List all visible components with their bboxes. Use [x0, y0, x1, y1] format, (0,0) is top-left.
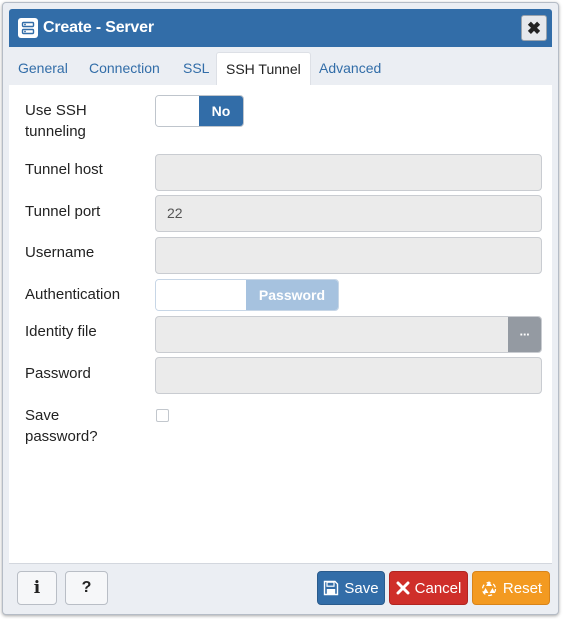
- help-button[interactable]: ?: [65, 571, 108, 605]
- browse-file-button[interactable]: ···: [508, 317, 541, 352]
- use-ssh-label-line1: Use SSH: [25, 102, 87, 119]
- authentication-toggle-state: Password: [246, 280, 338, 310]
- use-ssh-label: Use SSH tunneling: [25, 100, 87, 142]
- username-input[interactable]: [155, 237, 542, 274]
- x-icon: [396, 581, 410, 595]
- identity-file-input[interactable]: ···: [155, 316, 542, 353]
- identity-file-label: Identity file: [25, 323, 97, 340]
- info-icon: i: [33, 578, 41, 598]
- reset-button[interactable]: Reset: [472, 571, 550, 605]
- toggle-knob: [156, 96, 200, 126]
- dialog-footer: i ? Save Cancel Reset: [9, 563, 552, 611]
- save-password-label: Save password?: [25, 405, 98, 447]
- reset-button-label: Reset: [502, 579, 543, 597]
- tab-bar: General Connection SSL SSH Tunnel Advanc…: [9, 47, 552, 85]
- server-icon: [18, 18, 38, 38]
- tunnel-host-input[interactable]: [155, 154, 542, 191]
- cancel-button[interactable]: Cancel: [389, 571, 468, 605]
- floppy-disk-icon: [324, 580, 339, 596]
- password-input[interactable]: [155, 357, 542, 394]
- close-button[interactable]: ✖: [521, 15, 547, 41]
- save-button[interactable]: Save: [317, 571, 385, 605]
- save-password-label-line2: password?: [25, 428, 98, 445]
- save-password-checkbox[interactable]: [156, 409, 169, 422]
- use-ssh-toggle[interactable]: No: [155, 95, 244, 127]
- tab-general[interactable]: General: [9, 52, 77, 85]
- use-ssh-label-line2: tunneling: [25, 123, 86, 140]
- tunnel-port-label: Tunnel port: [25, 203, 101, 220]
- info-button[interactable]: i: [17, 571, 57, 605]
- authentication-toggle[interactable]: Password: [155, 279, 339, 311]
- tunnel-host-label: Tunnel host: [25, 161, 103, 178]
- ssh-tunnel-panel: Use SSH tunneling No Tunnel host Tunnel …: [9, 85, 552, 563]
- close-icon: ✖: [526, 18, 542, 38]
- tab-advanced[interactable]: Advanced: [310, 52, 390, 85]
- cancel-button-label: Cancel: [414, 579, 462, 597]
- recycle-icon: [481, 581, 497, 597]
- authentication-label: Authentication: [25, 286, 121, 303]
- username-label: Username: [25, 244, 95, 261]
- use-ssh-toggle-state: No: [199, 96, 243, 126]
- tab-connection[interactable]: Connection: [80, 52, 169, 85]
- ellipsis-icon: ···: [519, 327, 531, 342]
- toggle-knob: [156, 280, 248, 310]
- help-icon: ?: [81, 579, 92, 596]
- password-label: Password: [25, 365, 91, 382]
- tab-ssh-tunnel[interactable]: SSH Tunnel: [216, 52, 311, 85]
- save-button-label: Save: [344, 579, 379, 597]
- tab-ssl[interactable]: SSL: [174, 52, 218, 85]
- dialog-title: Create - Server: [43, 19, 154, 36]
- save-password-label-line1: Save: [25, 407, 60, 424]
- dialog-titlebar[interactable]: Create - Server ✖: [9, 9, 552, 47]
- tunnel-port-input[interactable]: 22: [155, 195, 542, 232]
- create-server-dialog: Create - Server ✖ General Connection SSL…: [2, 2, 559, 615]
